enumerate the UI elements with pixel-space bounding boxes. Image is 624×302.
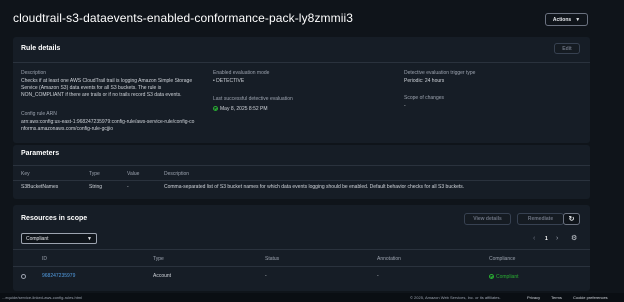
col-type: Type [153,256,164,262]
compliant-check-icon [489,274,494,279]
parameters-title: Parameters [21,150,60,157]
actions-button[interactable]: Actions ▼ [545,13,588,26]
resources-panel: Resources in scope View details Remediat… [13,205,590,291]
col-description: Description [164,171,190,177]
param-key: S3BucketNames [21,184,59,190]
eval-mode-value: • DETECTIVE [213,78,244,85]
resource-status: - [265,273,267,279]
param-type: String [89,184,103,190]
last-eval-text: May 8, 2025 8:52 PM [220,106,268,112]
terms-link[interactable]: Terms [551,294,562,301]
description-label: Description [21,70,47,76]
col-compliance: Compliance [489,256,516,262]
rule-details-title: Rule details [21,45,61,52]
next-page-icon[interactable]: › [556,235,558,242]
param-description: Comma-separated list of S3 bucket names … [164,184,465,190]
refresh-icon: ↻ [568,216,575,223]
description-text: Checks if at least one AWS CloudTrail tr… [21,78,193,98]
col-id: ID [42,256,47,262]
prev-page-icon[interactable]: ‹ [533,235,535,242]
caret-down-icon: ▼ [575,16,581,23]
col-value: Value [127,171,140,177]
resources-title: Resources in scope [21,215,88,222]
scope-value: - [404,103,406,109]
view-details-button[interactable]: View details [464,213,511,225]
compliance-text: Compliant [496,274,519,280]
success-check-icon [213,106,218,111]
caret-down-icon: ▼ [87,235,92,242]
status-url: ...equide/service-linked-aws-config-rule… [2,295,83,300]
col-annotation: Annotation [377,256,401,262]
divider [13,180,590,181]
resource-annotation: - [377,273,379,279]
divider [13,266,590,267]
last-eval-value: May 8, 2025 8:52 PM [213,105,268,113]
remediate-button[interactable]: Remediate [517,213,564,225]
actions-label: Actions [552,16,572,23]
compliance-filter-select[interactable]: Compliant ▼ [21,233,97,244]
resource-compliance: Compliant [489,273,519,281]
eval-mode-text: DETECTIVE [216,78,245,84]
trigger-value: Periodic: 24 hours [404,78,445,84]
cookie-preferences-link[interactable]: Cookie preferences [573,294,608,301]
parameters-panel: Parameters Key Type Value Description S3… [13,145,590,199]
page-title: cloudtrail-s3-dataevents-enabled-conform… [13,11,354,25]
settings-gear-icon[interactable]: ⚙ [571,235,577,242]
arn-label: Config rule ARN [21,111,57,117]
trigger-label: Detective evaluation trigger type [404,70,476,76]
param-value: - [127,184,129,190]
privacy-link[interactable]: Privacy [527,294,540,301]
col-key: Key [21,171,30,177]
arn-text: arn:aws:config:us-east-1:968247235979:co… [21,119,195,132]
eval-mode-label: Enabled evaluation mode [213,70,270,76]
divider [13,165,590,166]
filter-value: Compliant [26,235,49,242]
rule-details-panel: Rule details Edit Description Checks if … [13,37,590,143]
last-eval-label: Last successful detective evaluation [213,96,293,102]
col-type: Type [89,171,100,177]
copyright: © 2025, Amazon Web Services, Inc. or its… [410,295,501,300]
edit-button[interactable]: Edit [554,43,580,54]
refresh-button[interactable]: ↻ [563,213,580,225]
resource-id-link[interactable]: 968247235979 [42,273,75,280]
divider [13,249,590,250]
row-radio[interactable] [21,274,26,279]
divider [13,62,590,63]
scope-label: Scope of changes [404,95,445,101]
footer: ...equide/service-linked-aws-config-rule… [0,293,624,302]
resource-type: Account [153,273,172,279]
col-status: Status [265,256,280,262]
page-number[interactable]: 1 [545,236,548,243]
